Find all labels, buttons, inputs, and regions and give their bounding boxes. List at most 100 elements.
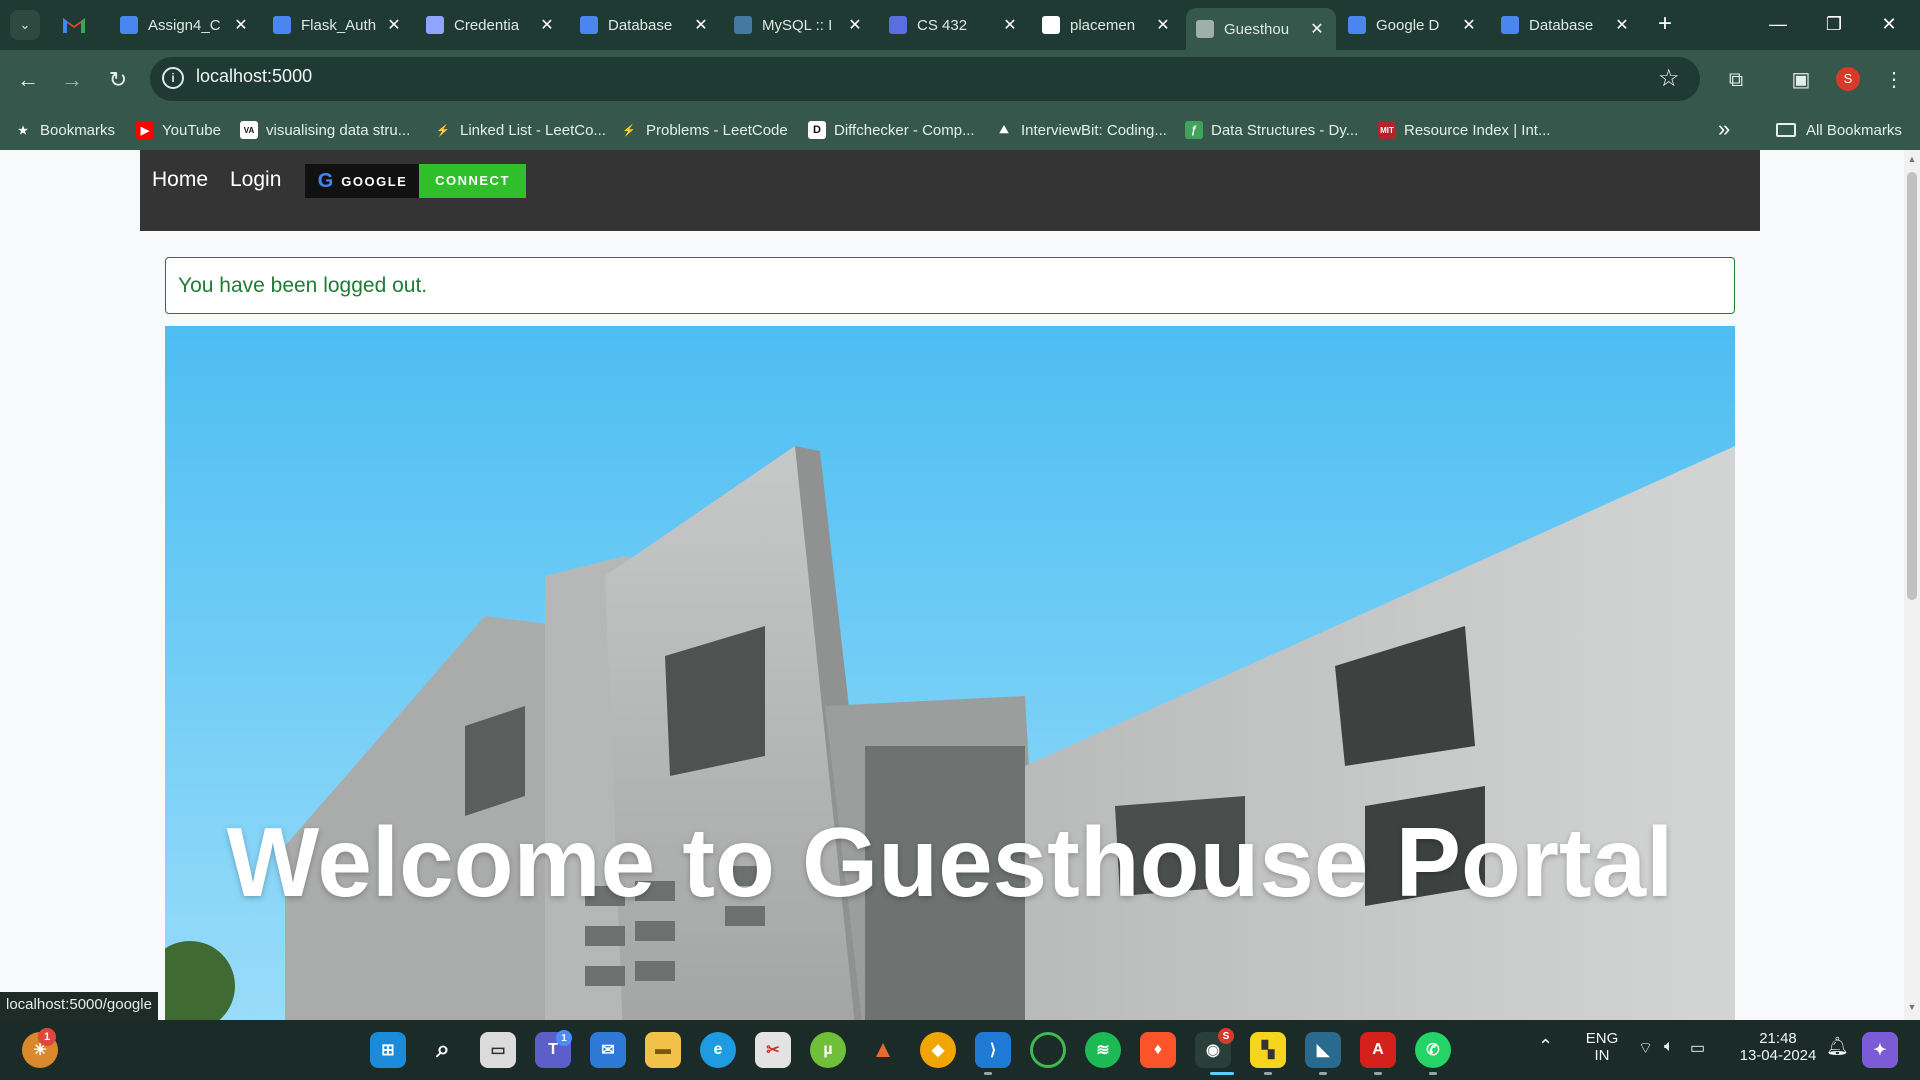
tab-close-icon[interactable]: ✕ xyxy=(385,15,403,35)
tab-search-button[interactable]: ⌄ xyxy=(10,10,40,40)
side-panel-icon[interactable]: ▣ xyxy=(1785,64,1817,96)
menu-kebab-icon[interactable]: ⋮ xyxy=(1878,64,1910,96)
tab-title: MySQL :: I xyxy=(762,16,833,34)
close-window-button[interactable]: ✕ xyxy=(1866,6,1912,42)
tab-close-icon[interactable]: ✕ xyxy=(538,15,556,35)
clock-time: 21:48 xyxy=(1759,1030,1797,1047)
wifi-icon[interactable]: ⌔ xyxy=(1638,1038,1653,1058)
logout-alert: You have been logged out. xyxy=(165,257,1735,314)
tab-close-icon[interactable]: ✕ xyxy=(1613,15,1631,35)
hero-title: Welcome to Guesthouse Portal xyxy=(226,807,1674,917)
scroll-down-arrow-icon[interactable]: ▼ xyxy=(1907,1002,1917,1012)
whatsapp-icon[interactable]: ✆ xyxy=(1415,1032,1451,1068)
mail-icon[interactable]: ✉ xyxy=(590,1032,626,1068)
github-icon xyxy=(1042,16,1060,34)
nav-home-link[interactable]: Home xyxy=(152,168,208,192)
tab-title: placemen xyxy=(1070,16,1136,34)
language-indicator[interactable]: ENG IN xyxy=(1580,1030,1624,1064)
browser-tab[interactable]: Credentia ✕ xyxy=(416,8,566,42)
volume-icon[interactable]: 🔈︎ xyxy=(1664,1038,1674,1056)
bookmark-item[interactable]: D Diffchecker - Comp... xyxy=(808,116,975,144)
language-line1: ENG xyxy=(1585,1030,1619,1047)
api-icon xyxy=(426,16,444,34)
folder-icon xyxy=(1776,123,1796,137)
battery-icon[interactable]: ▭ xyxy=(1690,1038,1705,1058)
minimize-button[interactable]: — xyxy=(1755,6,1801,42)
file-explorer-icon[interactable]: ▬ xyxy=(645,1032,681,1068)
browser-tab[interactable]: Database ✕ xyxy=(1491,8,1641,42)
teams-badge: 1 xyxy=(556,1030,572,1046)
clock[interactable]: 21:48 13-04-2024 xyxy=(1738,1030,1818,1064)
brave-icon[interactable]: ♦ xyxy=(1140,1032,1176,1068)
vscode-icon[interactable]: ⟩ xyxy=(975,1032,1011,1068)
back-button[interactable]: ← xyxy=(12,64,44,96)
docs-icon xyxy=(580,16,598,34)
all-bookmarks-button[interactable]: All Bookmarks xyxy=(1776,116,1902,144)
tab-title: Credentia xyxy=(454,16,520,34)
mysql-workbench-icon[interactable]: ◣ xyxy=(1305,1032,1341,1068)
scroll-up-arrow-icon[interactable]: ▲ xyxy=(1907,154,1917,164)
connect-button[interactable]: CONNECT xyxy=(419,164,526,198)
bookmark-item[interactable]: ★ Bookmarks xyxy=(14,116,115,144)
browser-tab[interactable]: Database ✕ xyxy=(570,8,720,42)
tab-close-icon[interactable]: ✕ xyxy=(1308,19,1326,39)
spotify-icon[interactable]: ≋ xyxy=(1085,1032,1121,1068)
bookmark-item[interactable]: ⚡ Problems - LeetCode xyxy=(620,116,788,144)
bookmark-item[interactable]: ⚡ Linked List - LeetCo... xyxy=(434,116,606,144)
task-view-icon[interactable]: ▭ xyxy=(480,1032,516,1068)
tab-close-icon[interactable]: ✕ xyxy=(1460,15,1478,35)
forward-button[interactable]: → xyxy=(56,64,88,96)
app-icon[interactable]: ◆ xyxy=(920,1032,956,1068)
browser-tab[interactable]: placemen ✕ xyxy=(1032,8,1182,42)
new-tab-button[interactable]: + xyxy=(1650,10,1680,40)
clock-date: 13-04-2024 xyxy=(1739,1047,1817,1064)
nav-login-link[interactable]: Login xyxy=(230,168,281,192)
extensions-icon[interactable]: ⧉ xyxy=(1720,64,1752,96)
green-ring-app-icon[interactable] xyxy=(1030,1032,1066,1068)
browser-tab[interactable]: Google D ✕ xyxy=(1338,8,1488,42)
gmail-pinned-tab[interactable] xyxy=(60,12,88,38)
tab-title: Database xyxy=(608,16,673,34)
tab-close-icon[interactable]: ✕ xyxy=(846,15,864,35)
bookmark-item[interactable]: ƒ Data Structures - Dy... xyxy=(1185,116,1358,144)
vscode-running-indicator xyxy=(984,1072,992,1075)
matlab-icon[interactable]: ▲ xyxy=(865,1032,901,1068)
google-button-label: GOOGLE xyxy=(341,173,408,189)
sticky-notes-icon[interactable]: ▚ xyxy=(1250,1032,1286,1068)
globe-icon xyxy=(1196,20,1214,38)
google-login-button[interactable]: G GOOGLE xyxy=(305,164,420,198)
snipping-tool-icon[interactable]: ✂ xyxy=(755,1032,791,1068)
site-info-icon[interactable]: i xyxy=(162,67,184,89)
tray-overflow-chevron-icon[interactable]: ⌃ xyxy=(1538,1036,1553,1057)
tab-close-icon[interactable]: ✕ xyxy=(1154,15,1172,35)
bookmark-item[interactable]: ⛰ InterviewBit: Coding... xyxy=(995,116,1167,144)
address-bar[interactable] xyxy=(150,57,1700,101)
acrobat-icon[interactable]: A xyxy=(1360,1032,1396,1068)
visualgo-icon: VA xyxy=(240,121,258,139)
restore-button[interactable]: ❐ xyxy=(1811,6,1857,42)
start-windows-icon[interactable]: ⊞ xyxy=(370,1032,406,1068)
scrollbar-thumb[interactable] xyxy=(1907,172,1917,600)
tab-close-icon[interactable]: ✕ xyxy=(232,15,250,35)
browser-tab[interactable]: MySQL :: I ✕ xyxy=(724,8,874,42)
tab-close-icon[interactable]: ✕ xyxy=(1001,15,1019,35)
bookmark-item[interactable]: VA visualising data stru... xyxy=(240,116,410,144)
notification-bell-icon[interactable]: 🔔︎ xyxy=(1826,1036,1849,1057)
profile-avatar[interactable]: S xyxy=(1836,67,1860,91)
tab-title: CS 432 xyxy=(917,16,968,34)
bookmark-item[interactable]: ▶ YouTube xyxy=(136,116,221,144)
reload-button[interactable]: ↻ xyxy=(102,64,134,96)
browser-tab[interactable]: CS 432 ✕ xyxy=(879,8,1029,42)
bookmark-item[interactable]: MIT Resource Index | Int... xyxy=(1378,116,1550,144)
browser-tab[interactable]: Flask_Auth ✕ xyxy=(263,8,413,42)
browser-tab[interactable]: Assign4_C ✕ xyxy=(110,8,260,42)
bookmarks-overflow-icon[interactable]: » xyxy=(1718,116,1730,142)
copilot-icon[interactable]: ✦ xyxy=(1862,1032,1898,1068)
utorrent-icon[interactable]: µ xyxy=(810,1032,846,1068)
browser-tab[interactable]: Guesthou ✕ xyxy=(1186,8,1336,50)
bookmark-star-icon[interactable]: ☆ xyxy=(1658,64,1680,93)
address-text[interactable]: localhost:5000 xyxy=(196,66,312,87)
tab-close-icon[interactable]: ✕ xyxy=(692,15,710,35)
edge-icon[interactable]: e xyxy=(700,1032,736,1068)
search-icon[interactable]: ⌕ xyxy=(425,1032,461,1068)
